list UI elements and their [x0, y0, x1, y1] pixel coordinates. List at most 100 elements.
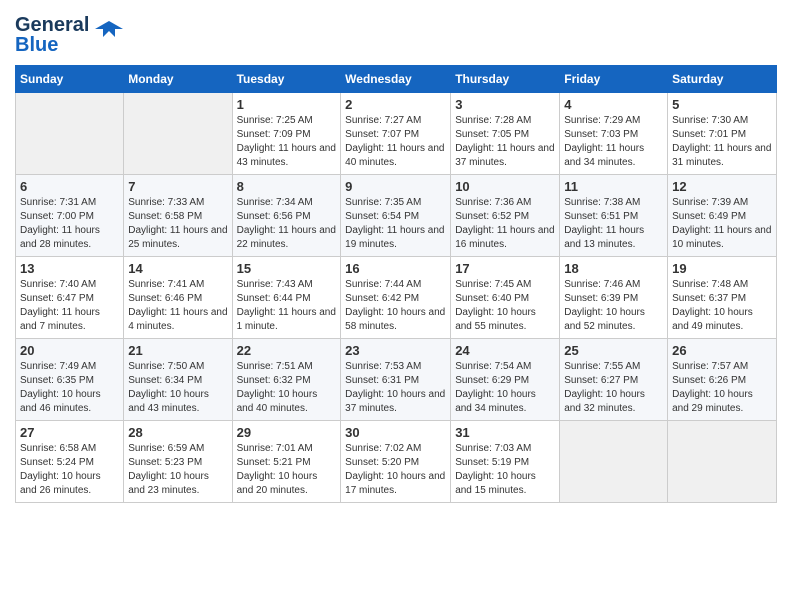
day-info: Sunrise: 7:36 AMSunset: 6:52 PMDaylight:…: [455, 196, 555, 252]
calendar-cell: 3 Sunrise: 7:28 AMSunset: 7:05 PMDaylight…: [451, 93, 560, 175]
day-header-tuesday: Tuesday: [232, 66, 341, 93]
day-number: 30: [345, 425, 446, 440]
calendar-cell: 24 Sunrise: 7:54 AMSunset: 6:29 PMDayligh…: [451, 339, 560, 421]
day-number: 12: [672, 179, 772, 194]
day-number: 3: [455, 97, 555, 112]
week-row-3: 13 Sunrise: 7:40 AMSunset: 6:47 PMDayligh…: [16, 257, 777, 339]
day-info: Sunrise: 7:30 AMSunset: 7:01 PMDaylight:…: [672, 114, 772, 170]
day-info: Sunrise: 7:48 AMSunset: 6:37 PMDaylight:…: [672, 278, 772, 334]
calendar-cell: 16 Sunrise: 7:44 AMSunset: 6:42 PMDayligh…: [341, 257, 451, 339]
calendar-cell: 12 Sunrise: 7:39 AMSunset: 6:49 PMDayligh…: [668, 175, 777, 257]
day-number: 31: [455, 425, 555, 440]
calendar-cell: 31Sunrise: 7:03 AMSunset: 5:19 PMDayligh…: [451, 421, 560, 503]
day-info: Sunrise: 6:59 AMSunset: 5:23 PMDaylight:…: [128, 442, 227, 498]
calendar-cell: 1 Sunrise: 7:25 AMSunset: 7:09 PMDaylight…: [232, 93, 341, 175]
week-row-2: 6 Sunrise: 7:31 AMSunset: 7:00 PMDaylight…: [16, 175, 777, 257]
day-info: Sunrise: 7:49 AMSunset: 6:35 PMDaylight:…: [20, 360, 119, 416]
calendar-cell: 28 Sunrise: 6:59 AMSunset: 5:23 PMDayligh…: [124, 421, 232, 503]
calendar-cell: 9Sunrise: 7:35 AMSunset: 6:54 PMDaylight…: [341, 175, 451, 257]
calendar-cell: 7 Sunrise: 7:33 AMSunset: 6:58 PMDaylight…: [124, 175, 232, 257]
calendar-cell: 17 Sunrise: 7:45 AMSunset: 6:40 PMDayligh…: [451, 257, 560, 339]
calendar-cell: 29 Sunrise: 7:01 AMSunset: 5:21 PMDayligh…: [232, 421, 341, 503]
day-info: Sunrise: 7:45 AMSunset: 6:40 PMDaylight:…: [455, 278, 555, 334]
day-number: 2: [345, 97, 446, 112]
header: General Blue: [15, 15, 777, 55]
calendar-cell: [124, 93, 232, 175]
calendar-cell: 23 Sunrise: 7:53 AMSunset: 6:31 PMDayligh…: [341, 339, 451, 421]
day-number: 5: [672, 97, 772, 112]
day-number: 10: [455, 179, 555, 194]
day-number: 25: [564, 343, 663, 358]
day-info: Sunrise: 7:38 AMSunset: 6:51 PMDaylight:…: [564, 196, 663, 252]
day-number: 1: [237, 97, 337, 112]
calendar-cell: 30 Sunrise: 7:02 AMSunset: 5:20 PMDayligh…: [341, 421, 451, 503]
calendar-cell: 21 Sunrise: 7:50 AMSunset: 6:34 PMDayligh…: [124, 339, 232, 421]
day-number: 9: [345, 179, 446, 194]
day-info: Sunrise: 7:41 AMSunset: 6:46 PMDaylight:…: [128, 278, 227, 334]
day-header-wednesday: Wednesday: [341, 66, 451, 93]
calendar-cell: 11 Sunrise: 7:38 AMSunset: 6:51 PMDayligh…: [560, 175, 668, 257]
day-info: Sunrise: 7:57 AMSunset: 6:26 PMDaylight:…: [672, 360, 772, 416]
day-info: Sunrise: 7:01 AMSunset: 5:21 PMDaylight:…: [237, 442, 337, 498]
day-info: Sunrise: 7:40 AMSunset: 6:47 PMDaylight:…: [20, 278, 119, 334]
calendar-cell: 8 Sunrise: 7:34 AMSunset: 6:56 PMDaylight…: [232, 175, 341, 257]
day-info: Sunrise: 7:27 AMSunset: 7:07 PMDaylight:…: [345, 114, 446, 170]
week-row-4: 20 Sunrise: 7:49 AMSunset: 6:35 PMDayligh…: [16, 339, 777, 421]
day-number: 11: [564, 179, 663, 194]
day-info: Sunrise: 6:58 AMSunset: 5:24 PMDaylight:…: [20, 442, 119, 498]
day-number: 24: [455, 343, 555, 358]
day-info: Sunrise: 7:28 AMSunset: 7:05 PMDaylight:…: [455, 114, 555, 170]
day-number: 29: [237, 425, 337, 440]
day-number: 6: [20, 179, 119, 194]
day-info: Sunrise: 7:46 AMSunset: 6:39 PMDaylight:…: [564, 278, 663, 334]
day-info: Sunrise: 7:02 AMSunset: 5:20 PMDaylight:…: [345, 442, 446, 498]
calendar-cell: 27 Sunrise: 6:58 AMSunset: 5:24 PMDayligh…: [16, 421, 124, 503]
calendar-cell: 14 Sunrise: 7:41 AMSunset: 6:46 PMDayligh…: [124, 257, 232, 339]
calendar-cell: [16, 93, 124, 175]
day-info: Sunrise: 7:34 AMSunset: 6:56 PMDaylight:…: [237, 196, 337, 252]
day-number: 27: [20, 425, 119, 440]
calendar-cell: 10 Sunrise: 7:36 AMSunset: 6:52 PMDayligh…: [451, 175, 560, 257]
day-header-friday: Friday: [560, 66, 668, 93]
calendar-cell: 20 Sunrise: 7:49 AMSunset: 6:35 PMDayligh…: [16, 339, 124, 421]
day-info: Sunrise: 7:31 AMSunset: 7:00 PMDaylight:…: [20, 196, 119, 252]
day-number: 7: [128, 179, 227, 194]
day-number: 17: [455, 261, 555, 276]
day-number: 13: [20, 261, 119, 276]
day-number: 20: [20, 343, 119, 358]
week-row-1: 1 Sunrise: 7:25 AMSunset: 7:09 PMDaylight…: [16, 93, 777, 175]
day-number: 14: [128, 261, 227, 276]
day-number: 23: [345, 343, 446, 358]
day-number: 22: [237, 343, 337, 358]
day-number: 21: [128, 343, 227, 358]
day-info: Sunrise: 7:51 AMSunset: 6:32 PMDaylight:…: [237, 360, 337, 416]
day-header-saturday: Saturday: [668, 66, 777, 93]
day-info: Sunrise: 7:55 AMSunset: 6:27 PMDaylight:…: [564, 360, 663, 416]
week-row-5: 27 Sunrise: 6:58 AMSunset: 5:24 PMDayligh…: [16, 421, 777, 503]
day-info: Sunrise: 7:33 AMSunset: 6:58 PMDaylight:…: [128, 196, 227, 252]
day-header-monday: Monday: [124, 66, 232, 93]
logo-bird-icon: [95, 17, 123, 45]
day-info: Sunrise: 7:53 AMSunset: 6:31 PMDaylight:…: [345, 360, 446, 416]
day-info: Sunrise: 7:43 AMSunset: 6:44 PMDaylight:…: [237, 278, 337, 334]
day-number: 28: [128, 425, 227, 440]
day-info: Sunrise: 7:50 AMSunset: 6:34 PMDaylight:…: [128, 360, 227, 416]
day-info: Sunrise: 7:25 AMSunset: 7:09 PMDaylight:…: [237, 114, 337, 170]
calendar-cell: 5 Sunrise: 7:30 AMSunset: 7:01 PMDaylight…: [668, 93, 777, 175]
day-info: Sunrise: 7:39 AMSunset: 6:49 PMDaylight:…: [672, 196, 772, 252]
day-info: Sunrise: 7:29 AMSunset: 7:03 PMDaylight:…: [564, 114, 663, 170]
calendar-cell: 6 Sunrise: 7:31 AMSunset: 7:00 PMDaylight…: [16, 175, 124, 257]
calendar-cell: [668, 421, 777, 503]
day-number: 18: [564, 261, 663, 276]
calendar-table: SundayMondayTuesdayWednesdayThursdayFrid…: [15, 65, 777, 503]
day-number: 19: [672, 261, 772, 276]
calendar-cell: 13 Sunrise: 7:40 AMSunset: 6:47 PMDayligh…: [16, 257, 124, 339]
day-number: 16: [345, 261, 446, 276]
day-info: Sunrise: 7:54 AMSunset: 6:29 PMDaylight:…: [455, 360, 555, 416]
calendar-cell: 26Sunrise: 7:57 AMSunset: 6:26 PMDayligh…: [668, 339, 777, 421]
day-info: Sunrise: 7:44 AMSunset: 6:42 PMDaylight:…: [345, 278, 446, 334]
calendar-cell: 25 Sunrise: 7:55 AMSunset: 6:27 PMDayligh…: [560, 339, 668, 421]
day-number: 4: [564, 97, 663, 112]
calendar-cell: 22 Sunrise: 7:51 AMSunset: 6:32 PMDayligh…: [232, 339, 341, 421]
day-number: 8: [237, 179, 337, 194]
